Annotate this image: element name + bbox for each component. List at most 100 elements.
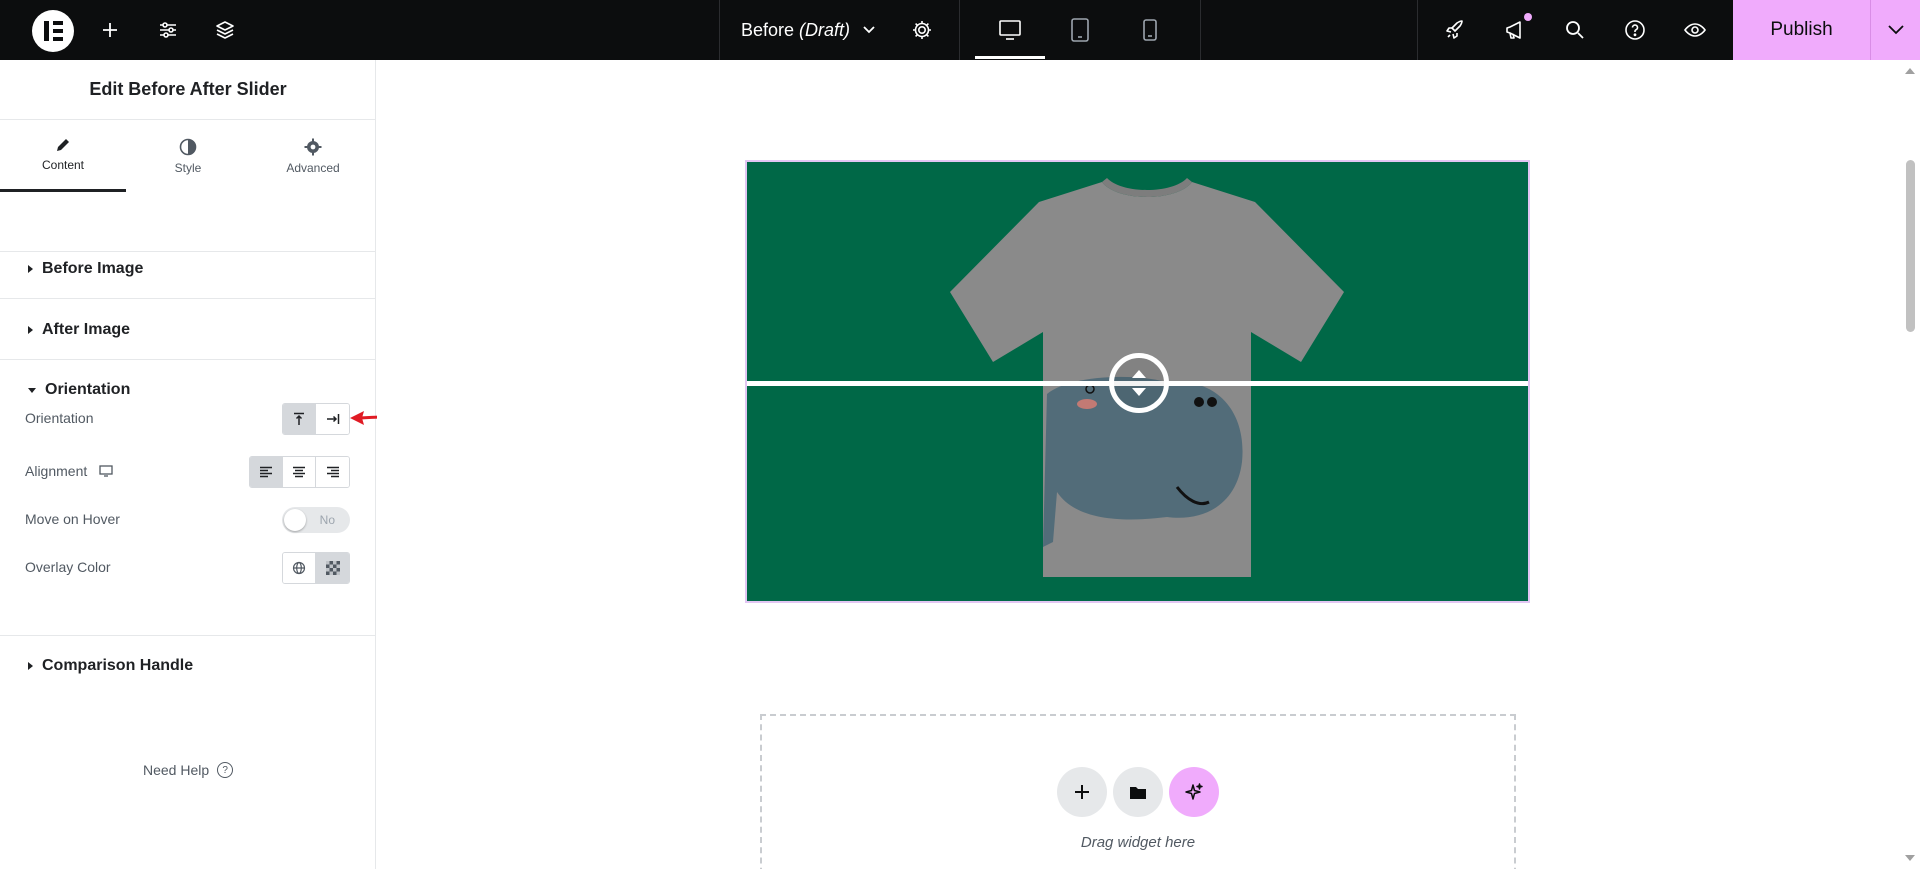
align-center-button[interactable]: [283, 457, 316, 487]
help-icon: [1625, 20, 1645, 40]
search-icon: [1566, 21, 1584, 39]
scroll-up-icon[interactable]: [1900, 64, 1920, 78]
folder-icon: [1130, 787, 1146, 799]
align-top-icon: [294, 412, 304, 425]
device-mobile-button[interactable]: [1130, 0, 1170, 60]
divider: [1200, 0, 1201, 60]
tab-label: Advanced: [286, 160, 340, 175]
align-right-icon: [326, 414, 339, 424]
align-left-button[interactable]: [250, 457, 283, 487]
tab-content[interactable]: Content: [0, 120, 126, 192]
orientation-horizontal-button[interactable]: [316, 404, 349, 434]
toggle-state: No: [319, 513, 335, 527]
arrows-up-down-icon: [1132, 370, 1146, 396]
drag-widget-text: Drag widget here: [1080, 834, 1196, 851]
gear-icon: [913, 21, 931, 39]
section-title: Comparison Handle: [42, 657, 194, 674]
section-before-image[interactable]: Before Image: [0, 239, 376, 299]
orientation-label: Orientation: [25, 410, 94, 426]
orientation-control: [282, 403, 350, 435]
mobile-icon: [1143, 19, 1157, 41]
orientation-vertical-button[interactable]: [283, 404, 316, 434]
section-title: Before Image: [42, 259, 144, 277]
notification-dot: [1524, 13, 1532, 21]
chevron-down-icon: [863, 26, 875, 34]
caret-right-icon: [28, 325, 33, 334]
search-button[interactable]: [1557, 0, 1593, 60]
pencil-icon: [57, 139, 69, 151]
chevron-down-icon: [1887, 25, 1904, 35]
scroll-thumb[interactable]: [1906, 160, 1915, 332]
move-on-hover-toggle[interactable]: No: [282, 507, 350, 533]
need-help-link[interactable]: Need Help ?: [143, 762, 234, 778]
sparkles-icon: [1185, 783, 1203, 800]
whats-new-button[interactable]: [1497, 0, 1533, 60]
site-settings-button[interactable]: [150, 0, 186, 60]
section-comparison-handle[interactable]: Comparison Handle: [0, 636, 376, 696]
overlay-color-label: Overlay Color: [25, 559, 111, 575]
active-device-indicator: [975, 56, 1045, 59]
megaphone-icon: [1506, 21, 1521, 39]
toggle-knob: [284, 509, 306, 531]
checkerboard-icon: [325, 561, 340, 575]
align-right-button[interactable]: [316, 457, 349, 487]
caret-down-icon: [28, 387, 36, 393]
contrast-icon: [179, 138, 197, 155]
rocket-icon: [1446, 20, 1463, 39]
desktop-icon: [999, 20, 1021, 40]
page-settings-button[interactable]: [904, 0, 940, 60]
divider: [1417, 0, 1418, 60]
publish-button[interactable]: Publish: [1733, 0, 1870, 60]
need-help-text: Need Help: [143, 762, 210, 778]
before-after-slider[interactable]: [745, 160, 1530, 603]
desktop-icon[interactable]: [99, 465, 113, 477]
color-picker-button[interactable]: [316, 553, 349, 583]
add-element-button[interactable]: [92, 0, 128, 60]
launch-button[interactable]: [1437, 0, 1473, 60]
divider: [959, 0, 960, 60]
add-template-button[interactable]: [1113, 767, 1163, 817]
elementor-logo-icon[interactable]: [32, 10, 74, 52]
sliders-icon: [160, 22, 176, 38]
tab-label: Content: [41, 158, 85, 172]
scroll-down-icon[interactable]: [1900, 851, 1920, 865]
plus-icon: [103, 23, 117, 37]
caret-right-icon: [28, 264, 33, 273]
section-title: Orientation: [45, 381, 131, 398]
document-status: (Draft): [799, 19, 851, 40]
tab-advanced[interactable]: Advanced: [250, 120, 376, 192]
divider: [719, 0, 720, 60]
layers-icon: [216, 21, 234, 39]
document-title-button[interactable]: Before (Draft): [741, 0, 876, 60]
section-after-image[interactable]: After Image: [0, 300, 376, 360]
comparison-handle[interactable]: [1109, 353, 1169, 413]
preview-button[interactable]: [1677, 0, 1713, 60]
text-align-right-icon: [326, 466, 339, 478]
alignment-label-text: Alignment: [25, 463, 88, 479]
text-align-center-icon: [293, 466, 305, 478]
device-desktop-button[interactable]: [990, 0, 1030, 60]
document-name: Before: [741, 19, 795, 40]
panel-tabs: Content Style Advanced: [0, 60, 376, 252]
add-new-container-button[interactable]: [1057, 767, 1107, 817]
device-tablet-button[interactable]: [1060, 0, 1100, 60]
ai-generate-button[interactable]: [1169, 767, 1219, 817]
structure-button[interactable]: [207, 0, 243, 60]
move-on-hover-label: Move on Hover: [25, 511, 120, 527]
eye-icon: [1684, 23, 1706, 37]
caret-right-icon: [28, 662, 33, 670]
help-button[interactable]: [1617, 0, 1653, 60]
globe-icon: [292, 561, 306, 575]
tab-style[interactable]: Style: [125, 120, 251, 192]
alignment-control: [249, 456, 350, 488]
global-colors-button[interactable]: [283, 553, 316, 583]
section-title: After Image: [42, 320, 131, 338]
top-bar: Before (Draft) Publish: [0, 0, 1920, 60]
overlay-color-control: [282, 552, 350, 584]
publish-options-button[interactable]: [1870, 0, 1920, 60]
tablet-icon: [1071, 18, 1089, 42]
gear-icon: [304, 138, 322, 155]
plus-icon: [1075, 785, 1089, 799]
editor-panel: Edit Before After Slider Content Style A…: [0, 60, 376, 869]
tab-label: Style: [174, 160, 202, 175]
